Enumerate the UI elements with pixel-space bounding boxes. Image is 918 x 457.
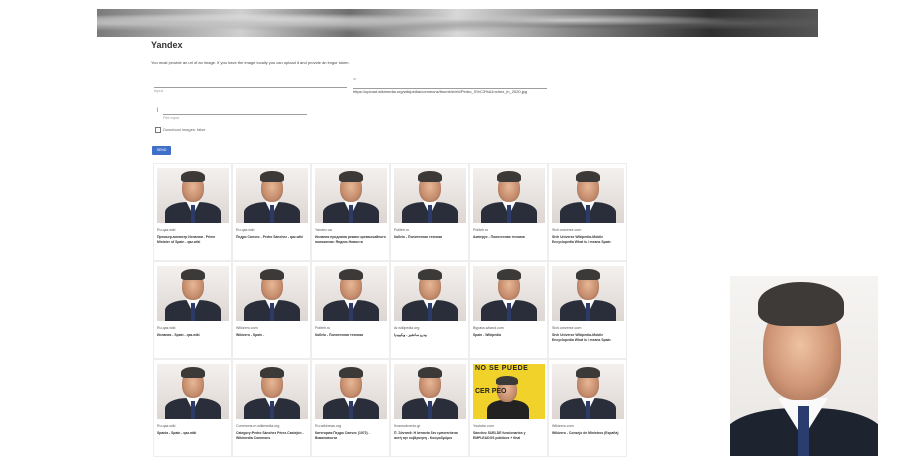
- result-thumbnail[interactable]: [236, 364, 308, 419]
- result-thumbnail[interactable]: [315, 266, 387, 321]
- result-description[interactable]: Педро Санчес - Pedro Sánchez - qaz.wiki: [236, 235, 307, 240]
- result-description[interactable]: Кабеlo - Политеxная техника: [315, 333, 386, 338]
- result-source[interactable]: Wikizero.com: [552, 424, 623, 428]
- result-thumbnail[interactable]: [394, 266, 466, 321]
- result-card[interactable]: Commons.m.wikimedia.org Category:Pedro Sá…: [232, 359, 311, 457]
- result-description[interactable]: Амперус - Политеxная техника: [473, 235, 544, 240]
- result-source[interactable]: Sivh.universe.com: [552, 326, 623, 330]
- result-source[interactable]: Sivh.universe.com: [552, 228, 623, 232]
- result-thumbnail[interactable]: [473, 266, 545, 321]
- send-button[interactable]: SEND: [152, 146, 171, 155]
- result-card[interactable]: Politeh.ru Амперус - Политеxная техника: [469, 163, 548, 261]
- result-description[interactable]: Испания - Spain - qaz.wiki: [157, 333, 228, 338]
- result-thumbnail[interactable]: [552, 266, 624, 321]
- result-source[interactable]: Ru.wikinews.org: [315, 424, 386, 428]
- result-card[interactable]: Ru.qaz.wiki Испания - Spain - qaz.wiki: [153, 261, 232, 359]
- result-source[interactable]: Ar.wikipedia.org: [394, 326, 465, 330]
- result-card[interactable]: Sivh.universe.com Sivh Universe Wikipedia…: [548, 163, 627, 261]
- result-thumbnail[interactable]: NO SE PUEDE CER PEO: [473, 364, 545, 419]
- intro-text: You must provide an url of an image. If …: [151, 60, 350, 65]
- result-description[interactable]: Spania - Spain - qaz.wiki: [157, 431, 228, 436]
- result-description[interactable]: Wikizero - Spain -: [236, 333, 307, 338]
- result-card[interactable]: Wikizero.com Wikizero - Spain -: [232, 261, 311, 359]
- result-card[interactable]: NO SE PUEDE CER PEO Youtube.com Sánchez SUE…: [469, 359, 548, 457]
- result-thumbnail[interactable]: [473, 168, 545, 223]
- result-source[interactable]: Ru.qaz.wiki: [157, 424, 228, 428]
- result-card[interactable]: Ar.wikipedia.org بيدرو سانشيز - ويكيبيديا: [390, 261, 469, 359]
- result-thumbnail[interactable]: [315, 168, 387, 223]
- result-thumbnail[interactable]: [315, 364, 387, 419]
- result-description[interactable]: Sánchez SUELDE funcionarios y EMPLEADOS …: [473, 431, 544, 441]
- poster-text: NO SE PUEDE: [475, 365, 529, 372]
- result-source[interactable]: Youtube.com: [473, 424, 544, 428]
- result-card[interactable]: Kosmodromio.gr Π. Σάντσεθ: Η Ισπανία δεν …: [390, 359, 469, 457]
- result-description[interactable]: Кабеlo - Политеxная техника: [394, 235, 465, 240]
- file-input-field[interactable]: [163, 106, 307, 120]
- result-source[interactable]: Wikizero.com: [236, 326, 307, 330]
- result-thumbnail[interactable]: [236, 266, 308, 321]
- result-card[interactable]: Wikizero.com Wikizero - Consejo de Minist…: [548, 359, 627, 457]
- paperclip-icon[interactable]: ⌇: [156, 107, 159, 114]
- input-field[interactable]: [154, 79, 347, 93]
- result-thumbnail[interactable]: [552, 364, 624, 419]
- result-description[interactable]: Категория:Педро Санчес (1972) - Викиново…: [315, 431, 386, 441]
- result-thumbnail[interactable]: [552, 168, 624, 223]
- result-thumbnail[interactable]: [394, 168, 466, 223]
- url-field[interactable]: [353, 80, 547, 94]
- result-description[interactable]: Sivh Universe Wikipedia-Mobile Encyclope…: [552, 333, 623, 343]
- query-photo: [730, 276, 878, 456]
- result-thumbnail[interactable]: [157, 266, 229, 321]
- result-source[interactable]: Kosmodromio.gr: [394, 424, 465, 428]
- download-label: Download images: false: [163, 127, 206, 132]
- result-source[interactable]: Politeh.ru: [473, 228, 544, 232]
- download-checkbox[interactable]: [155, 127, 161, 133]
- page-title: Yandex: [151, 40, 183, 50]
- result-source[interactable]: Politeh.ru: [315, 326, 386, 330]
- result-thumbnail[interactable]: [157, 364, 229, 419]
- result-card[interactable]: Politeh.ru Кабеlo - Политеxная техника: [390, 163, 469, 261]
- result-card[interactable]: Sivh.universe.com Sivh Universe Wikipedia…: [548, 261, 627, 359]
- result-source[interactable]: Bypass.wiland.com: [473, 326, 544, 330]
- result-card[interactable]: Ru.qaz.wiki Педро Санчес - Pedro Sánchez …: [232, 163, 311, 261]
- result-description[interactable]: بيدرو سانشيز - ويكيبيديا: [394, 333, 465, 338]
- result-description[interactable]: Spain - Wikipedia: [473, 333, 544, 338]
- result-source[interactable]: Commons.m.wikimedia.org: [236, 424, 307, 428]
- file-input[interactable]: [163, 115, 307, 120]
- result-thumbnail[interactable]: [394, 364, 466, 419]
- result-source[interactable]: Politeh.ru: [394, 228, 465, 232]
- result-description[interactable]: Премьер-министр Испании - Prime Minister…: [157, 235, 228, 245]
- result-source[interactable]: Ru.qaz.wiki: [157, 228, 228, 232]
- result-source[interactable]: Yandex.ua: [315, 228, 386, 232]
- result-card[interactable]: Bypass.wiland.com Spain - Wikipedia: [469, 261, 548, 359]
- result-card[interactable]: Ru.qaz.wiki Spania - Spain - qaz.wiki: [153, 359, 232, 457]
- result-source[interactable]: Ru.qaz.wiki: [157, 326, 228, 330]
- result-description[interactable]: Sivh Universe Wikipedia-Mobile Encyclope…: [552, 235, 623, 245]
- header-banner: [97, 9, 818, 37]
- input-text[interactable]: [154, 88, 347, 93]
- result-card[interactable]: Yandex.ua Испания продлила режим чрезвыча…: [311, 163, 390, 261]
- result-description[interactable]: Wikizero - Consejo de Ministros (España): [552, 431, 623, 436]
- results-grid: Ru.qaz.wiki Премьер-министр Испании - Pri…: [153, 163, 628, 457]
- result-description[interactable]: Category:Pedro Sánchez Pérez-Castejón - …: [236, 431, 307, 441]
- result-source[interactable]: Ru.qaz.wiki: [236, 228, 307, 232]
- result-description[interactable]: Π. Σάντσεθ: Η Ισπανία δεν εμπιστεύεται α…: [394, 431, 465, 441]
- result-card[interactable]: Ru.wikinews.org Категория:Педро Санчес (1…: [311, 359, 390, 457]
- url-input[interactable]: [353, 89, 547, 94]
- result-thumbnail[interactable]: [157, 168, 229, 223]
- result-card[interactable]: Politeh.ru Кабеlo - Политеxная техника: [311, 261, 390, 359]
- result-description[interactable]: Испания продлила режим чрезвычайного пол…: [315, 235, 386, 245]
- result-card[interactable]: Ru.qaz.wiki Премьер-министр Испании - Pri…: [153, 163, 232, 261]
- result-thumbnail[interactable]: [236, 168, 308, 223]
- poster-text: CER PEO: [475, 388, 507, 395]
